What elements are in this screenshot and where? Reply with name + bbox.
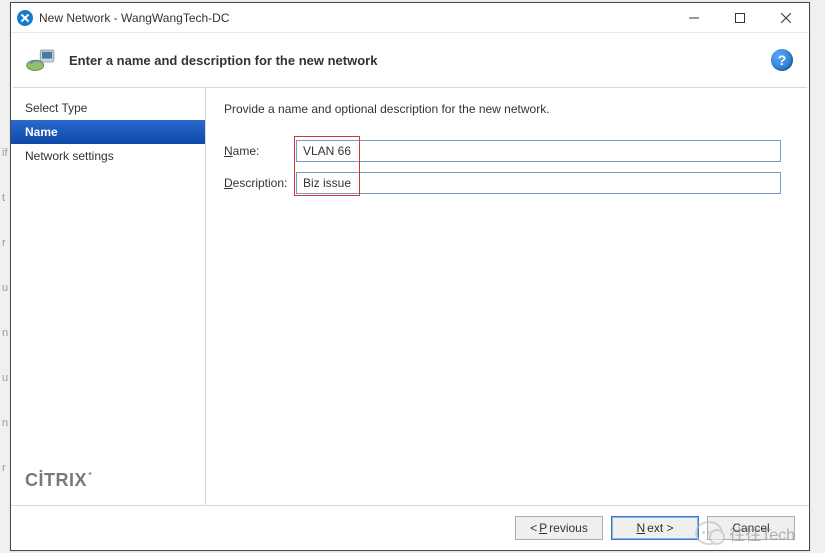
maximize-button[interactable] (717, 3, 763, 33)
wizard-content: Provide a name and optional description … (206, 88, 809, 505)
description-input[interactable] (296, 172, 781, 194)
help-icon[interactable]: ? (771, 49, 793, 71)
titlebar[interactable]: New Network - WangWangTech-DC (11, 3, 809, 33)
wizard-header: Enter a name and description for the new… (11, 33, 809, 87)
close-button[interactable] (763, 3, 809, 33)
instruction-text: Provide a name and optional description … (224, 102, 781, 116)
wizard-footer: < Previous Next > Cancel (11, 505, 809, 550)
app-icon (17, 10, 33, 26)
citrix-logo: CİTRIX˙ (25, 470, 191, 491)
background-window-edge: iftrununr (0, 130, 10, 490)
wizard-steps-sidebar: Select Type Name Network settings CİTRIX… (11, 88, 206, 505)
name-label: Name: (224, 144, 296, 158)
step-name[interactable]: Name (11, 120, 205, 144)
step-network-settings[interactable]: Network settings (11, 144, 205, 168)
brand-area: CİTRIX˙ (11, 460, 205, 505)
wizard-heading: Enter a name and description for the new… (69, 53, 377, 68)
window-title: New Network - WangWangTech-DC (39, 11, 230, 25)
network-icon (25, 45, 59, 75)
previous-button[interactable]: < Previous (515, 516, 603, 540)
next-button[interactable]: Next > (611, 516, 699, 540)
step-select-type[interactable]: Select Type (11, 96, 205, 120)
cancel-button[interactable]: Cancel (707, 516, 795, 540)
minimize-button[interactable] (671, 3, 717, 33)
description-label: Description: (224, 176, 296, 190)
name-input[interactable] (296, 140, 781, 162)
dialog-window: New Network - WangWangTech-DC Enter a na… (10, 2, 810, 551)
